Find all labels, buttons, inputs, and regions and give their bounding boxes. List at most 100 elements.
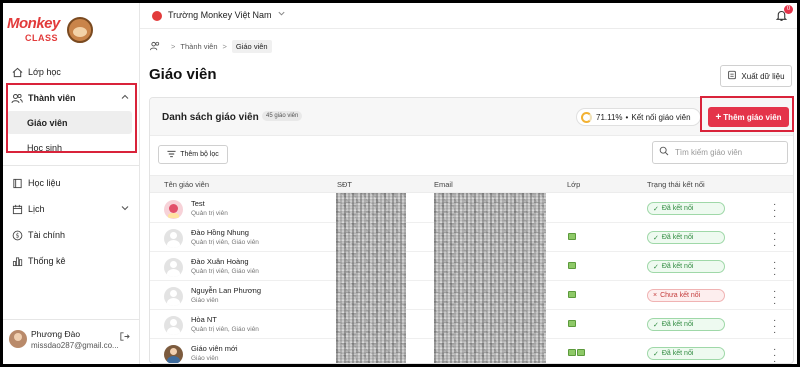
breadcrumb-current: Giáo viên bbox=[231, 40, 272, 53]
teacher-role: Quản trị viên bbox=[191, 210, 228, 217]
more-vertical-icon[interactable]: · · · bbox=[773, 345, 776, 364]
progress-ring-icon bbox=[581, 111, 592, 123]
teacher-name[interactable]: Test bbox=[191, 199, 205, 208]
status-badge: × Chưa kết nối bbox=[647, 289, 725, 302]
col-status: Trạng thái kết nối bbox=[647, 180, 705, 189]
more-vertical-icon[interactable]: · · · bbox=[773, 316, 776, 338]
sidebar-item-label: Thống kê bbox=[28, 256, 66, 266]
check-icon: ✓ bbox=[653, 263, 659, 271]
teacher-role: Quản trị viên, Giáo viên bbox=[191, 268, 259, 275]
school-selector[interactable]: Trường Monkey Việt Nam bbox=[168, 10, 271, 20]
status-badge: ✓ Đã kết nối bbox=[647, 260, 725, 273]
col-name: Tên giáo viên bbox=[164, 180, 210, 189]
status-badge: ✓ Đã kết nối bbox=[647, 202, 725, 215]
brand-logo[interactable]: Monkey CLASS bbox=[7, 11, 97, 51]
status-label: Đã kết nối bbox=[661, 205, 694, 212]
col-email: Email bbox=[434, 180, 453, 189]
sidebar-item-thong-ke[interactable]: Thống kê bbox=[3, 248, 140, 274]
col-phone: SĐT bbox=[337, 180, 352, 189]
calendar-icon bbox=[11, 203, 23, 215]
teacher-name[interactable]: Giáo viên mới bbox=[191, 344, 238, 353]
teacher-name[interactable]: Đào Xuân Hoàng bbox=[191, 257, 249, 266]
top-bar: Trường Monkey Việt Nam 0 bbox=[140, 3, 797, 29]
status-badge: ✓ Đã kết nối bbox=[647, 231, 725, 244]
school-logo-icon bbox=[152, 11, 162, 21]
x-icon: × bbox=[653, 292, 658, 299]
sidebar-divider bbox=[3, 165, 140, 166]
more-vertical-icon[interactable]: · · · bbox=[773, 287, 776, 309]
class-icon[interactable] bbox=[568, 262, 576, 269]
bar-chart-icon bbox=[11, 255, 23, 267]
dollar-icon: $ bbox=[11, 229, 23, 241]
avatar bbox=[164, 258, 183, 277]
status-label: Đã kết nối bbox=[661, 234, 694, 241]
status-badge: ✓ Đã kết nối bbox=[647, 347, 725, 360]
avatar bbox=[164, 200, 183, 219]
export-icon bbox=[727, 70, 737, 82]
logo-sub: CLASS bbox=[25, 33, 59, 43]
profile-name: Phương Đào bbox=[31, 329, 81, 339]
class-icon[interactable] bbox=[568, 291, 576, 298]
teacher-name[interactable]: Hòa NT bbox=[191, 315, 217, 324]
teacher-role: Giáo viên bbox=[191, 355, 219, 362]
sidebar-item-lich[interactable]: Lịch bbox=[3, 196, 140, 222]
avatar bbox=[164, 316, 183, 335]
logo-word: Monkey bbox=[7, 15, 60, 32]
svg-text:$: $ bbox=[15, 232, 19, 239]
more-vertical-icon[interactable]: · · · bbox=[773, 258, 776, 280]
page-title: Giáo viên bbox=[149, 66, 217, 83]
sidebar-item-hoc-lieu[interactable]: Học liệu bbox=[3, 170, 140, 196]
profile-email: missdao287@gmail.co... bbox=[31, 341, 119, 350]
class-list bbox=[568, 291, 576, 298]
monkey-mascot-icon bbox=[67, 17, 93, 43]
status-badge: ✓ Đã kết nối bbox=[647, 318, 725, 331]
search-placeholder: Tìm kiếm giáo viên bbox=[675, 148, 743, 157]
col-class: Lớp bbox=[567, 180, 581, 189]
status-label: Chưa kết nối bbox=[660, 292, 701, 299]
table-header: Tên giáo viên SĐT Email Lớp Trạng thái k… bbox=[150, 175, 793, 193]
sidebar-item-label: Học liệu bbox=[28, 178, 61, 188]
class-icon[interactable] bbox=[577, 349, 585, 356]
avatar bbox=[164, 229, 183, 248]
app-window: Monkey CLASS Lớp học Thành viên Giáo viê… bbox=[3, 3, 797, 364]
class-icon[interactable] bbox=[568, 233, 576, 240]
check-icon: ✓ bbox=[653, 321, 659, 329]
users-icon bbox=[149, 41, 161, 53]
class-list bbox=[568, 349, 585, 356]
filter-icon bbox=[167, 150, 176, 160]
user-profile[interactable]: Phương Đào missdao287@gmail.co... bbox=[3, 319, 140, 364]
export-label: Xuất dữ liệu bbox=[741, 71, 785, 81]
chevron-down-icon[interactable] bbox=[277, 9, 286, 20]
book-icon bbox=[11, 177, 23, 189]
count-badge: 45 giáo viên bbox=[262, 111, 303, 121]
export-button[interactable]: Xuất dữ liệu bbox=[720, 65, 792, 87]
teacher-name[interactable]: Đào Hồng Nhung bbox=[191, 228, 249, 237]
sidebar-item-label: Lớp học bbox=[28, 67, 61, 77]
search-icon bbox=[659, 146, 669, 159]
add-filter-button[interactable]: Thêm bộ lọc bbox=[158, 145, 228, 164]
avatar bbox=[164, 287, 183, 306]
check-icon: ✓ bbox=[653, 234, 659, 242]
more-vertical-icon[interactable]: · · · bbox=[773, 229, 776, 251]
class-icon[interactable] bbox=[568, 349, 576, 356]
card-title: Danh sách giáo viên bbox=[162, 112, 259, 123]
teacher-name[interactable]: Nguyễn Lan Phương bbox=[191, 286, 261, 295]
breadcrumb-separator: > bbox=[171, 42, 176, 51]
teacher-role: Quản trị viên, Giáo viên bbox=[191, 239, 259, 246]
breadcrumb-parent[interactable]: Thành viên bbox=[180, 42, 217, 51]
sidebar-item-lop-hoc[interactable]: Lớp học bbox=[3, 59, 140, 85]
search-input[interactable]: Tìm kiếm giáo viên bbox=[652, 141, 788, 164]
status-label: Đã kết nối bbox=[661, 350, 694, 357]
card-header: Danh sách giáo viên 45 giáo viên 71.11% … bbox=[150, 98, 793, 136]
avatar bbox=[164, 345, 183, 363]
sidebar: Monkey CLASS Lớp học Thành viên Giáo viê… bbox=[3, 3, 140, 364]
status-label: Đã kết nối bbox=[661, 321, 694, 328]
notification-badge: 0 bbox=[784, 5, 793, 14]
sidebar-item-tai-chinh[interactable]: $ Tài chính bbox=[3, 222, 140, 248]
chevron-down-icon[interactable] bbox=[120, 203, 132, 215]
more-vertical-icon[interactable]: · · · bbox=[773, 200, 776, 222]
teacher-list-card: Danh sách giáo viên 45 giáo viên 71.11% … bbox=[149, 97, 794, 364]
connection-rate: 71.11% • Kết nối giáo viên bbox=[576, 108, 701, 126]
class-icon[interactable] bbox=[568, 320, 576, 327]
logout-icon[interactable] bbox=[119, 331, 130, 345]
